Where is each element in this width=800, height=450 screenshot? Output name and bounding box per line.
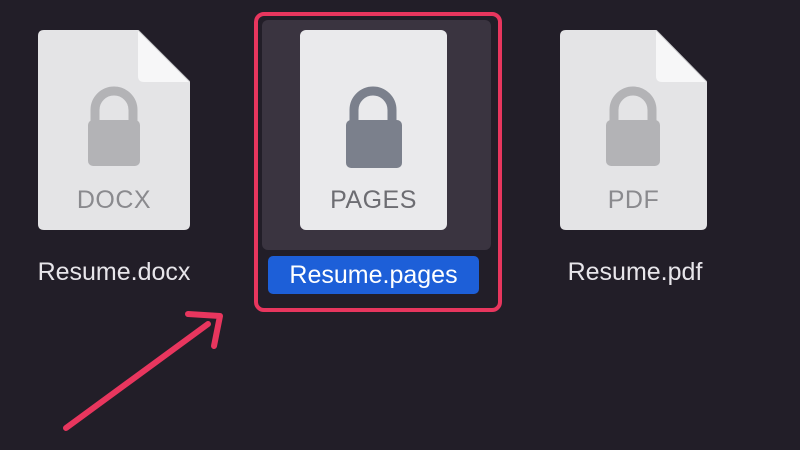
arrow-icon <box>63 311 223 431</box>
